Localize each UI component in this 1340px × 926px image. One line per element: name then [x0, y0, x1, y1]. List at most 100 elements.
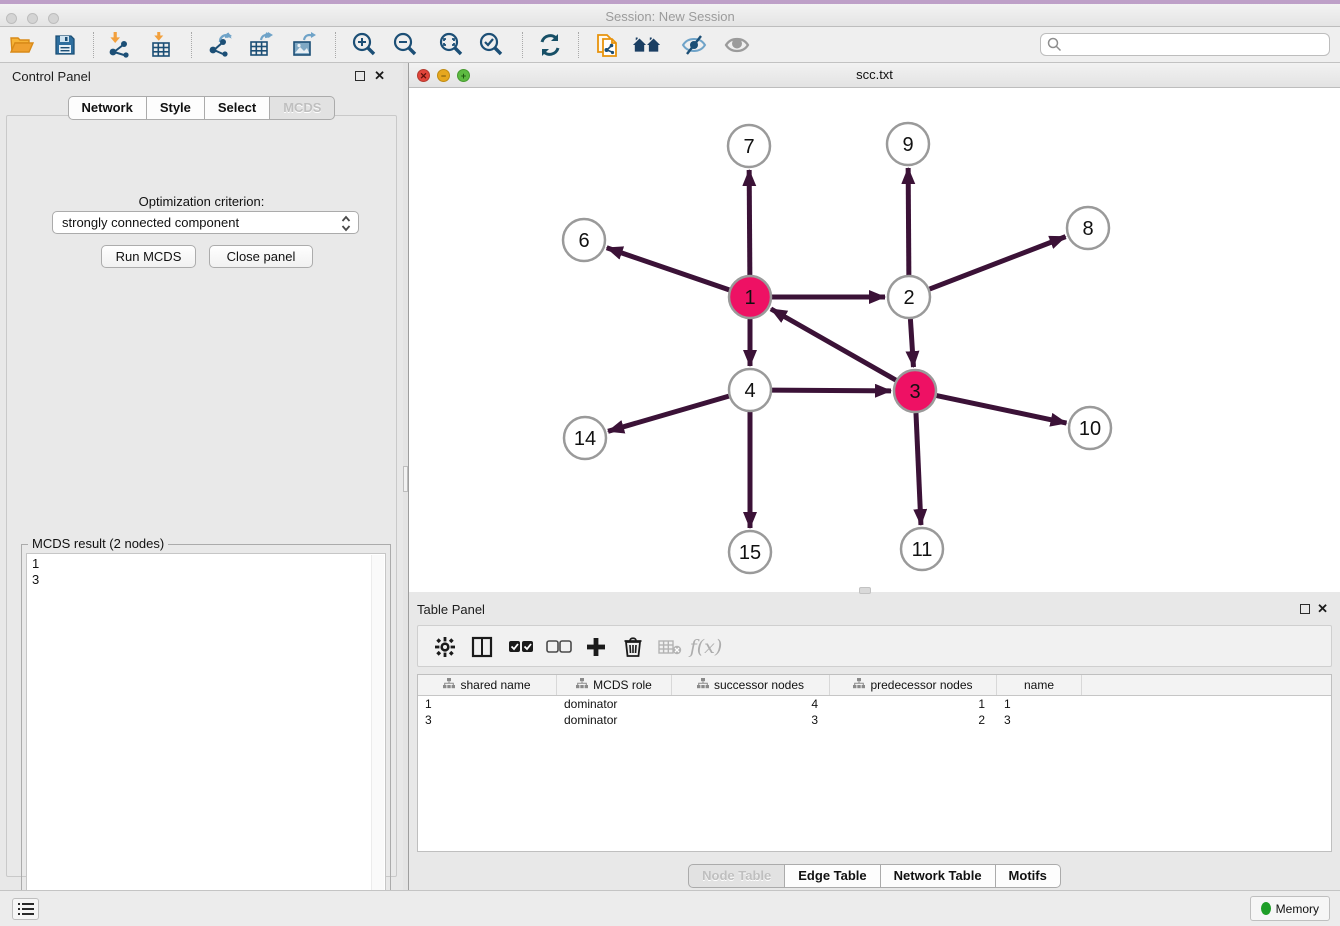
- float-table-panel-icon[interactable]: [1300, 604, 1310, 614]
- hide-graphics-details-icon[interactable]: [679, 31, 709, 59]
- select-all-columns-icon[interactable]: [506, 633, 536, 661]
- table-cell[interactable]: 3: [997, 712, 1082, 728]
- edge-4-14[interactable]: [608, 396, 729, 431]
- toolbar-separator: [93, 32, 94, 58]
- table-cell[interactable]: 3: [418, 712, 557, 728]
- control-panel: Control Panel ✕ NetworkStyleSelectMCDS O…: [0, 63, 403, 890]
- edge-3-10[interactable]: [937, 396, 1067, 423]
- deselect-all-columns-icon[interactable]: [544, 633, 574, 661]
- delete-column-icon[interactable]: [618, 633, 648, 661]
- column-header-predecessor-nodes[interactable]: predecessor nodes: [830, 675, 997, 695]
- function-builder-icon: f(x): [691, 633, 721, 661]
- graph-node-15[interactable]: 15: [729, 531, 771, 573]
- graph-node-6[interactable]: 6: [563, 219, 605, 261]
- tab-network[interactable]: Network: [68, 96, 147, 120]
- network-window-titlebar: ✕ − + scc.txt: [409, 63, 1340, 88]
- edge-4-3[interactable]: [772, 390, 891, 391]
- network-window-title: scc.txt: [409, 67, 1340, 82]
- graph-node-14[interactable]: 14: [564, 417, 606, 459]
- main-toolbar: [0, 27, 1340, 63]
- table-tab-network-table[interactable]: Network Table: [881, 864, 996, 888]
- table-cell[interactable]: 3: [672, 712, 830, 728]
- save-session-icon[interactable]: [50, 31, 80, 59]
- open-session-icon[interactable]: [7, 31, 37, 59]
- column-settings-icon[interactable]: [430, 633, 460, 661]
- pane-layout-icon[interactable]: [467, 633, 497, 661]
- export-table-icon[interactable]: [246, 31, 276, 59]
- zoom-in-icon[interactable]: [349, 31, 379, 59]
- home-icon[interactable]: [632, 31, 662, 59]
- edge-3-11[interactable]: [916, 413, 921, 525]
- tab-style[interactable]: Style: [147, 96, 205, 120]
- import-table-icon[interactable]: [146, 31, 176, 59]
- column-header-name[interactable]: name: [997, 675, 1082, 695]
- graph-node-2[interactable]: 2: [888, 276, 930, 318]
- table-cell[interactable]: 1: [830, 696, 997, 712]
- close-panel-icon[interactable]: ✕: [374, 68, 385, 84]
- table-cell[interactable]: 4: [672, 696, 830, 712]
- task-history-button[interactable]: [12, 898, 39, 920]
- zoom-selected-icon[interactable]: [476, 31, 506, 59]
- show-graphics-details-icon[interactable]: [722, 31, 752, 59]
- column-label: predecessor nodes: [870, 678, 972, 692]
- delete-table-icon: [655, 633, 685, 661]
- graph-node-11[interactable]: 11: [901, 528, 943, 570]
- criterion-dropdown[interactable]: strongly connected component: [52, 211, 359, 234]
- mcds-result-area[interactable]: 1 3: [26, 553, 386, 917]
- graph-node-10[interactable]: 10: [1069, 407, 1111, 449]
- svg-text:10: 10: [1079, 418, 1101, 440]
- memory-button[interactable]: Memory: [1250, 896, 1330, 921]
- graph-node-3[interactable]: 3: [894, 370, 936, 412]
- close-table-panel-icon[interactable]: ✕: [1317, 601, 1328, 617]
- column-header-shared-name[interactable]: shared name: [418, 675, 557, 695]
- svg-text:1: 1: [744, 287, 755, 309]
- export-image-icon[interactable]: [289, 31, 319, 59]
- search-input[interactable]: [1040, 33, 1330, 56]
- float-panel-icon[interactable]: [355, 71, 365, 81]
- search-icon: [1047, 37, 1062, 52]
- graph-node-9[interactable]: 9: [887, 123, 929, 165]
- refresh-view-icon[interactable]: [535, 31, 565, 59]
- tab-select[interactable]: Select: [205, 96, 270, 120]
- table-tab-node-table[interactable]: Node Table: [688, 864, 785, 888]
- zoom-out-icon[interactable]: [390, 31, 420, 59]
- table-cell[interactable]: 1: [997, 696, 1082, 712]
- edge-3-1[interactable]: [771, 309, 896, 380]
- status-bar: Memory: [0, 890, 1340, 926]
- result-scrollbar[interactable]: [371, 555, 384, 915]
- table-cell[interactable]: dominator: [557, 712, 672, 728]
- hierarchy-icon: [697, 678, 709, 692]
- network-canvas[interactable]: 1 2 3 4 6 7 8 9 10 11 14 15: [409, 88, 1340, 592]
- edge-1-6[interactable]: [607, 248, 729, 290]
- hierarchy-icon: [443, 678, 455, 692]
- tab-mcds[interactable]: MCDS: [270, 96, 335, 120]
- table-cell[interactable]: dominator: [557, 696, 672, 712]
- table-cell[interactable]: 2: [830, 712, 997, 728]
- edge-1-7[interactable]: [749, 170, 750, 275]
- list-icon: [18, 902, 34, 916]
- table-row[interactable]: 1dominator411: [418, 696, 1331, 712]
- column-header-successor-nodes[interactable]: successor nodes: [672, 675, 830, 695]
- duplicate-network-icon[interactable]: [592, 31, 622, 59]
- graph-node-7[interactable]: 7: [728, 125, 770, 167]
- add-column-icon[interactable]: [581, 633, 611, 661]
- table-cell[interactable]: 1: [418, 696, 557, 712]
- table-tab-edge-table[interactable]: Edge Table: [785, 864, 880, 888]
- graph-node-8[interactable]: 8: [1067, 207, 1109, 249]
- toolbar-separator: [191, 32, 192, 58]
- edge-2-8[interactable]: [930, 237, 1066, 289]
- horizontal-splitter-handle[interactable]: [859, 587, 871, 594]
- table-tab-motifs[interactable]: Motifs: [996, 864, 1061, 888]
- close-panel-button[interactable]: Close panel: [209, 245, 313, 268]
- edge-2-3[interactable]: [910, 319, 913, 367]
- column-header-MCDS-role[interactable]: MCDS role: [557, 675, 672, 695]
- graph-node-4[interactable]: 4: [729, 369, 771, 411]
- run-mcds-button[interactable]: Run MCDS: [101, 245, 196, 268]
- table-row[interactable]: 3dominator323: [418, 712, 1331, 728]
- import-network-icon[interactable]: [105, 31, 135, 59]
- edge-2-9[interactable]: [908, 168, 909, 275]
- splitter-handle[interactable]: [403, 466, 408, 492]
- zoom-fit-icon[interactable]: [436, 31, 466, 59]
- export-network-icon[interactable]: [206, 31, 236, 59]
- graph-node-1[interactable]: 1: [729, 276, 771, 318]
